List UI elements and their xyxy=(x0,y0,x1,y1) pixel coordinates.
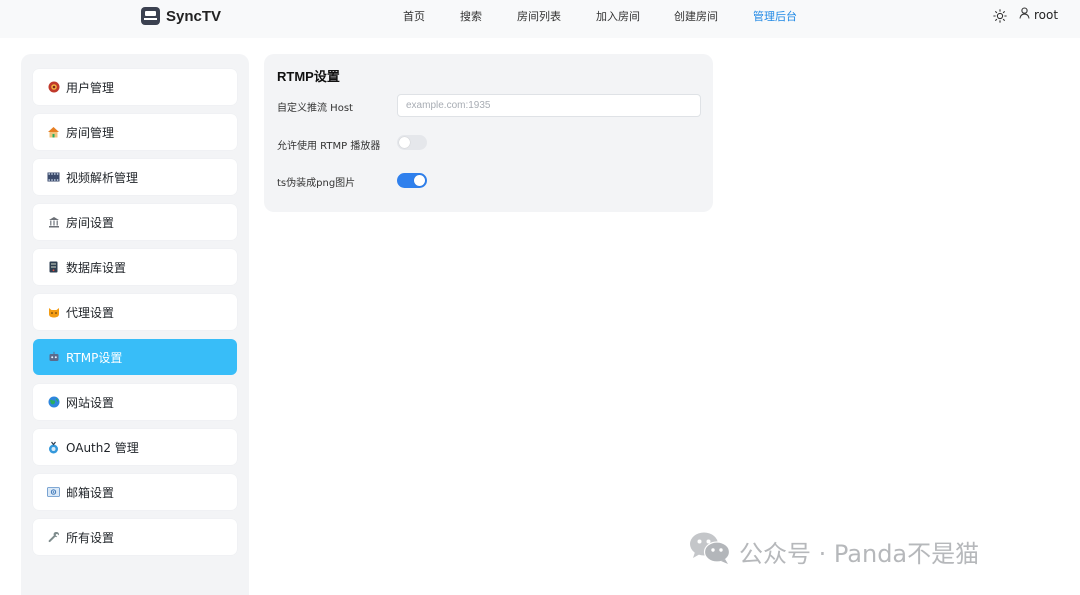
sun-icon[interactable] xyxy=(993,8,1007,23)
user-name: root xyxy=(1034,7,1059,22)
sidebar-item-user-management[interactable]: 用户管理 xyxy=(33,69,237,105)
rtmp-player-toggle-label: 允许使用 RTMP 播放器 xyxy=(277,141,381,152)
ts-png-toggle[interactable] xyxy=(397,173,427,188)
sidebar-item-room-settings[interactable]: 房间设置 xyxy=(33,204,237,240)
nav-admin[interactable]: 管理后台 xyxy=(753,8,797,24)
nav-search[interactable]: 搜索 xyxy=(460,8,482,24)
globe-icon xyxy=(47,396,60,409)
sidebar-item-mail-settings[interactable]: 邮箱设置 xyxy=(33,474,237,510)
sidebar-item-label: 视频解析管理 xyxy=(66,170,139,185)
sidebar-item-site-settings[interactable]: 网站设置 xyxy=(33,384,237,420)
sidebar-item-label: 数据库设置 xyxy=(66,260,127,275)
brand-name: SyncTV xyxy=(166,7,222,25)
sidebar-item-label: 用户管理 xyxy=(66,80,115,95)
sidebar-item-label: 代理设置 xyxy=(66,305,115,320)
sidebar-item-rtmp-settings[interactable]: RTMP设置 xyxy=(33,339,237,375)
toggle-knob xyxy=(399,137,410,148)
bank-icon xyxy=(47,216,60,229)
ts-png-toggle-label: ts伪装成png图片 xyxy=(277,178,356,189)
top-nav-bar: SyncTV 首页 搜索 房间列表 加入房间 创建房间 管理后台 root xyxy=(0,0,1080,38)
user-icon xyxy=(1019,7,1030,22)
custom-push-host-input[interactable] xyxy=(397,94,701,117)
brand-logo[interactable]: SyncTV xyxy=(141,6,221,26)
toggle-knob xyxy=(414,175,425,186)
custom-push-host-label: 自定义推流 Host xyxy=(277,103,353,114)
sidebar-item-label: OAuth2 管理 xyxy=(66,440,139,455)
robot-icon xyxy=(47,351,60,364)
house-icon xyxy=(47,126,60,139)
sidebar-item-label: 房间设置 xyxy=(66,215,115,230)
sidebar-item-video-parse-management[interactable]: 视频解析管理 xyxy=(33,159,237,195)
rtmp-settings-panel: RTMP设置 自定义推流 Host 允许使用 RTMP 播放器 ts伪装成png… xyxy=(264,54,713,212)
mail-icon xyxy=(47,486,60,499)
watermark-text: 公众号 · Panda不是猫 xyxy=(739,539,980,568)
cat-icon xyxy=(47,306,60,319)
sidebar-item-label: 网站设置 xyxy=(66,395,115,410)
sidebar-item-label: 邮箱设置 xyxy=(66,485,115,500)
sidebar-item-room-management[interactable]: 房间管理 xyxy=(33,114,237,150)
wechat-icon xyxy=(689,531,731,571)
sidebar-item-database-settings[interactable]: 数据库设置 xyxy=(33,249,237,285)
sidebar-item-proxy-settings[interactable]: 代理设置 xyxy=(33,294,237,330)
sidebar-item-oauth2-management[interactable]: OAuth2 管理 xyxy=(33,429,237,465)
admin-sidebar: 用户管理 房间管理 视频解析管理 房间设置 数据库设置 代理设置 RTMP设置 … xyxy=(21,54,249,595)
rtmp-player-toggle[interactable] xyxy=(397,135,427,150)
synctv-logo-icon xyxy=(141,7,160,25)
wrench-icon xyxy=(47,531,60,544)
nav-join-room[interactable]: 加入房间 xyxy=(596,8,640,24)
sidebar-item-all-settings[interactable]: 所有设置 xyxy=(33,519,237,555)
sidebar-item-label: 房间管理 xyxy=(66,125,115,140)
watermark: 公众号 · Panda不是猫 xyxy=(689,531,980,571)
user-menu[interactable]: root xyxy=(1019,7,1058,22)
database-icon xyxy=(47,261,60,274)
sidebar-item-label: RTMP设置 xyxy=(66,350,123,365)
nav-room-list[interactable]: 房间列表 xyxy=(517,8,561,24)
oauth-icon xyxy=(47,441,60,454)
sidebar-item-label: 所有设置 xyxy=(66,530,115,545)
film-icon xyxy=(47,171,60,184)
panel-title: RTMP设置 xyxy=(277,69,340,84)
user-management-icon xyxy=(47,81,60,94)
nav-create-room[interactable]: 创建房间 xyxy=(674,8,718,24)
nav-home[interactable]: 首页 xyxy=(403,8,425,24)
